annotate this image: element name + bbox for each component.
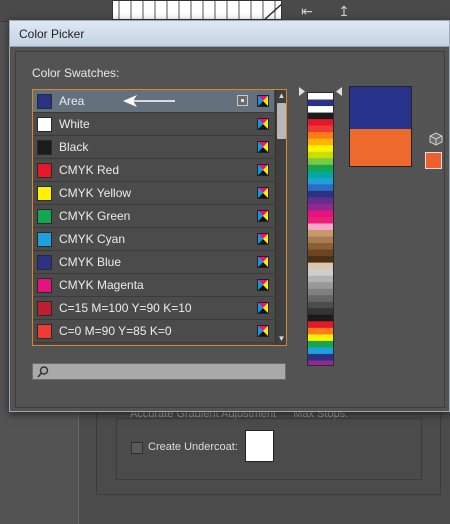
move-left-icon[interactable]: ⇤ xyxy=(297,3,317,19)
move-up-icon[interactable]: ↥ xyxy=(334,3,354,19)
swatch-row[interactable]: CMYK Magenta xyxy=(33,274,274,297)
swatch-name: White xyxy=(59,117,90,131)
swatch-name: C=0 M=90 Y=85 K=0 xyxy=(59,324,172,338)
swatch-row[interactable]: CMYK Yellow xyxy=(33,182,274,205)
swatches-label: Color Swatches: xyxy=(32,66,120,80)
swatch-name: CMYK Cyan xyxy=(59,232,126,246)
swatch-color-chip xyxy=(37,117,52,132)
search-icon xyxy=(37,366,49,378)
swatch-row[interactable]: CMYK Green xyxy=(33,205,274,228)
swatch-color-chip xyxy=(37,140,52,155)
swatch-list-scrollbar[interactable]: ▲ ▼ xyxy=(275,90,286,345)
dialog-title: Color Picker xyxy=(19,27,85,41)
spectrum-left-marker-icon xyxy=(299,87,305,96)
spectrum-right-marker-icon xyxy=(336,87,342,96)
cmyk-icon xyxy=(257,95,269,107)
cmyk-icon xyxy=(257,302,269,314)
swatch-color-chip xyxy=(37,278,52,293)
swatch-row[interactable]: Area xyxy=(33,90,274,113)
swatch-name: C=15 M=100 Y=90 K=10 xyxy=(59,301,192,315)
swatch-row[interactable]: C=0 M=90 Y=85 K=0 xyxy=(33,320,274,343)
swatch-name: CMYK Blue xyxy=(59,255,122,269)
swatch-name: Area xyxy=(59,94,85,108)
swatch-color-chip xyxy=(37,255,52,270)
gradient-ramp-preview xyxy=(112,0,282,20)
swatch-color-chip xyxy=(37,232,52,247)
color-picker-dialog: Color Picker Color Swatches: Area White Bl… xyxy=(9,20,450,412)
color-spectrum-strip[interactable] xyxy=(307,92,334,366)
swatch-row[interactable]: CMYK Blue xyxy=(33,251,274,274)
swatch-color-chip xyxy=(37,324,52,339)
swatch-color-chip xyxy=(37,301,52,316)
scroll-up-icon[interactable]: ▲ xyxy=(276,90,286,102)
swatch-row[interactable]: CMYK Red xyxy=(33,159,274,182)
gamut-correction-swatch[interactable] xyxy=(425,152,442,169)
cmyk-icon xyxy=(257,187,269,199)
cmyk-icon xyxy=(257,233,269,245)
cmyk-icon xyxy=(257,141,269,153)
cmyk-icon xyxy=(257,325,269,337)
scroll-down-icon[interactable]: ▼ xyxy=(276,333,286,345)
swatch-row[interactable]: Black xyxy=(33,136,274,159)
new-color-preview xyxy=(350,87,411,129)
out-of-gamut-cube-icon[interactable] xyxy=(429,132,443,146)
dialog-titlebar[interactable]: Color Picker xyxy=(10,21,449,47)
current-color-preview[interactable] xyxy=(350,129,411,166)
swatch-name: CMYK Green xyxy=(59,209,131,223)
swatch-search-input[interactable] xyxy=(32,363,286,380)
swatch-color-chip xyxy=(37,186,52,201)
pointer-arrow-icon xyxy=(123,95,175,107)
swatch-row[interactable]: White xyxy=(33,113,274,136)
swatch-color-chip xyxy=(37,163,52,178)
cmyk-icon xyxy=(257,256,269,268)
swatch-list[interactable]: Area White Black CMYK Red CMYK Yellow CMYK Gr… xyxy=(32,89,287,346)
cmyk-icon xyxy=(257,210,269,222)
swatch-name: Black xyxy=(59,140,89,154)
dialog-client: Color Swatches: Area White Black CMYK Red CM… xyxy=(15,51,445,408)
create-undercoat-checkbox[interactable] xyxy=(131,442,143,454)
cmyk-icon xyxy=(257,118,269,130)
scroll-thumb[interactable] xyxy=(277,103,286,139)
spot-target-icon xyxy=(237,95,248,106)
cmyk-icon xyxy=(257,279,269,291)
swatch-row[interactable]: CMYK Cyan xyxy=(33,228,274,251)
swatch-name: CMYK Red xyxy=(59,163,120,177)
undercoat-color-box[interactable] xyxy=(245,430,274,462)
swatch-color-chip xyxy=(37,209,52,224)
swatch-name: CMYK Yellow xyxy=(59,186,132,200)
swatch-row[interactable]: C=15 M=100 Y=90 K=10 xyxy=(33,297,274,320)
swatch-name: CMYK Magenta xyxy=(59,278,144,292)
background-toolbar: ⇤ ↥ xyxy=(0,0,450,22)
cmyk-icon xyxy=(257,164,269,176)
create-undercoat-label: Create Undercoat: xyxy=(148,441,238,453)
swatch-color-chip xyxy=(37,94,52,109)
color-preview xyxy=(349,86,412,167)
